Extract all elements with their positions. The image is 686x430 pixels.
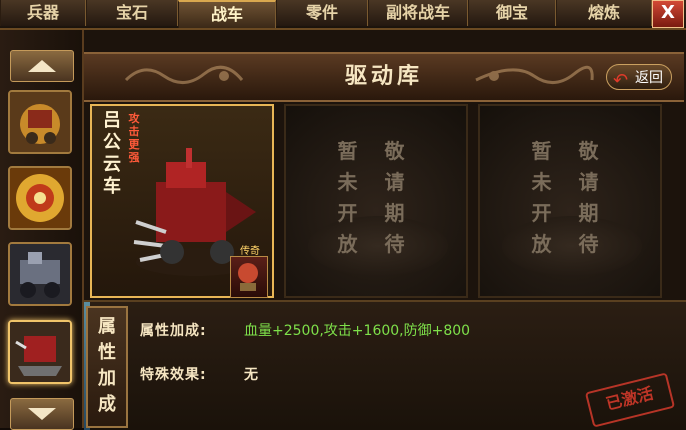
tab-gems[interactable]: 宝石 <box>86 0 178 26</box>
chariot-thumbnail <box>10 244 70 304</box>
tab-label: 熔炼 <box>587 3 620 22</box>
chariot-thumbnail <box>10 322 70 382</box>
tab-label: 宝石 <box>115 3 148 22</box>
tab-treasure[interactable]: 御宝 <box>468 0 556 26</box>
chariot-card-locked-2: 暂 敬 未 请 开 期 放 待 <box>478 104 662 298</box>
tab-chariot[interactable]: 战车 <box>178 0 276 28</box>
drive-library-panel: 驱动库 ↶ 返回 吕公云车 攻击更强 传奇 暂 敬 未 请 开 期 放 待 暂 … <box>84 30 686 430</box>
dragon-ornament-icon <box>124 65 244 84</box>
tab-label: 零件 <box>305 3 338 22</box>
back-arrow-icon: ↶ <box>613 70 629 91</box>
scroll-up-button[interactable] <box>10 50 74 82</box>
chariot-name: 吕公云车 <box>103 110 121 197</box>
panel-header: 驱动库 ↶ 返回 <box>84 52 684 102</box>
placeholder-line: 未 请 <box>337 170 415 194</box>
back-label: 返回 <box>635 70 663 86</box>
placeholder-line: 暂 敬 <box>531 139 609 163</box>
chariot-emblem <box>230 256 268 298</box>
tab-label: 兵器 <box>26 3 59 22</box>
chariot-slot-1[interactable] <box>8 90 72 154</box>
close-button[interactable]: X <box>652 0 684 28</box>
tab-bar: 兵器 宝石 战车 零件 副将战车 御宝 熔炼 X <box>0 0 686 30</box>
back-button[interactable]: ↶ 返回 <box>606 64 672 91</box>
placeholder-line: 放 待 <box>337 232 415 256</box>
special-effect-value: 无 <box>244 367 258 383</box>
scroll-down-button[interactable] <box>10 398 74 430</box>
chariot-slot-2[interactable] <box>8 166 72 230</box>
section-label: 属性加成 <box>86 306 128 428</box>
special-effect-label: 特殊效果: <box>140 367 207 383</box>
placeholder-line: 放 待 <box>531 232 609 256</box>
arrow-down-icon <box>28 408 56 420</box>
tab-parts[interactable]: 零件 <box>276 0 368 26</box>
attribute-panel: 属性加成 属性加成: 血量+2500,攻击+1600,防御+800 特殊效果: … <box>84 300 686 430</box>
coming-soon-text: 暂 敬 未 请 开 期 放 待 <box>480 136 660 260</box>
coming-soon-text: 暂 敬 未 请 开 期 放 待 <box>286 136 466 260</box>
arrow-up-icon <box>28 60 56 72</box>
placeholder-line: 开 期 <box>531 201 609 225</box>
page-title: 驱动库 <box>344 64 423 89</box>
attribute-value: 血量+2500,攻击+1600,防御+800 <box>244 323 471 339</box>
chariot-slot-4[interactable] <box>8 320 72 384</box>
rarity-label: 传奇 <box>240 246 260 257</box>
tab-label: 副将战车 <box>385 3 450 22</box>
emblem-icon <box>238 263 258 291</box>
activated-stamp: 已激活 <box>584 372 676 428</box>
tab-weapons[interactable]: 兵器 <box>0 0 86 26</box>
placeholder-line: 暂 敬 <box>337 139 415 163</box>
chariot-card-active[interactable]: 吕公云车 攻击更强 传奇 <box>90 104 274 298</box>
chariot-thumbnail <box>10 92 70 152</box>
dragon-ornament-icon <box>475 65 594 84</box>
tab-label: 御宝 <box>495 3 528 22</box>
tab-smelt[interactable]: 熔炼 <box>556 0 652 26</box>
tab-label: 战车 <box>210 5 243 24</box>
chariot-list-sidebar <box>0 30 84 430</box>
tab-deputy-chariot[interactable]: 副将战车 <box>368 0 468 26</box>
chariot-card-locked-1: 暂 敬 未 请 开 期 放 待 <box>284 104 468 298</box>
placeholder-line: 未 请 <box>531 170 609 194</box>
placeholder-line: 开 期 <box>337 201 415 225</box>
chariot-thumbnail <box>10 168 70 228</box>
attribute-label: 属性加成: <box>140 323 207 339</box>
chariot-slot-3[interactable] <box>8 242 72 306</box>
